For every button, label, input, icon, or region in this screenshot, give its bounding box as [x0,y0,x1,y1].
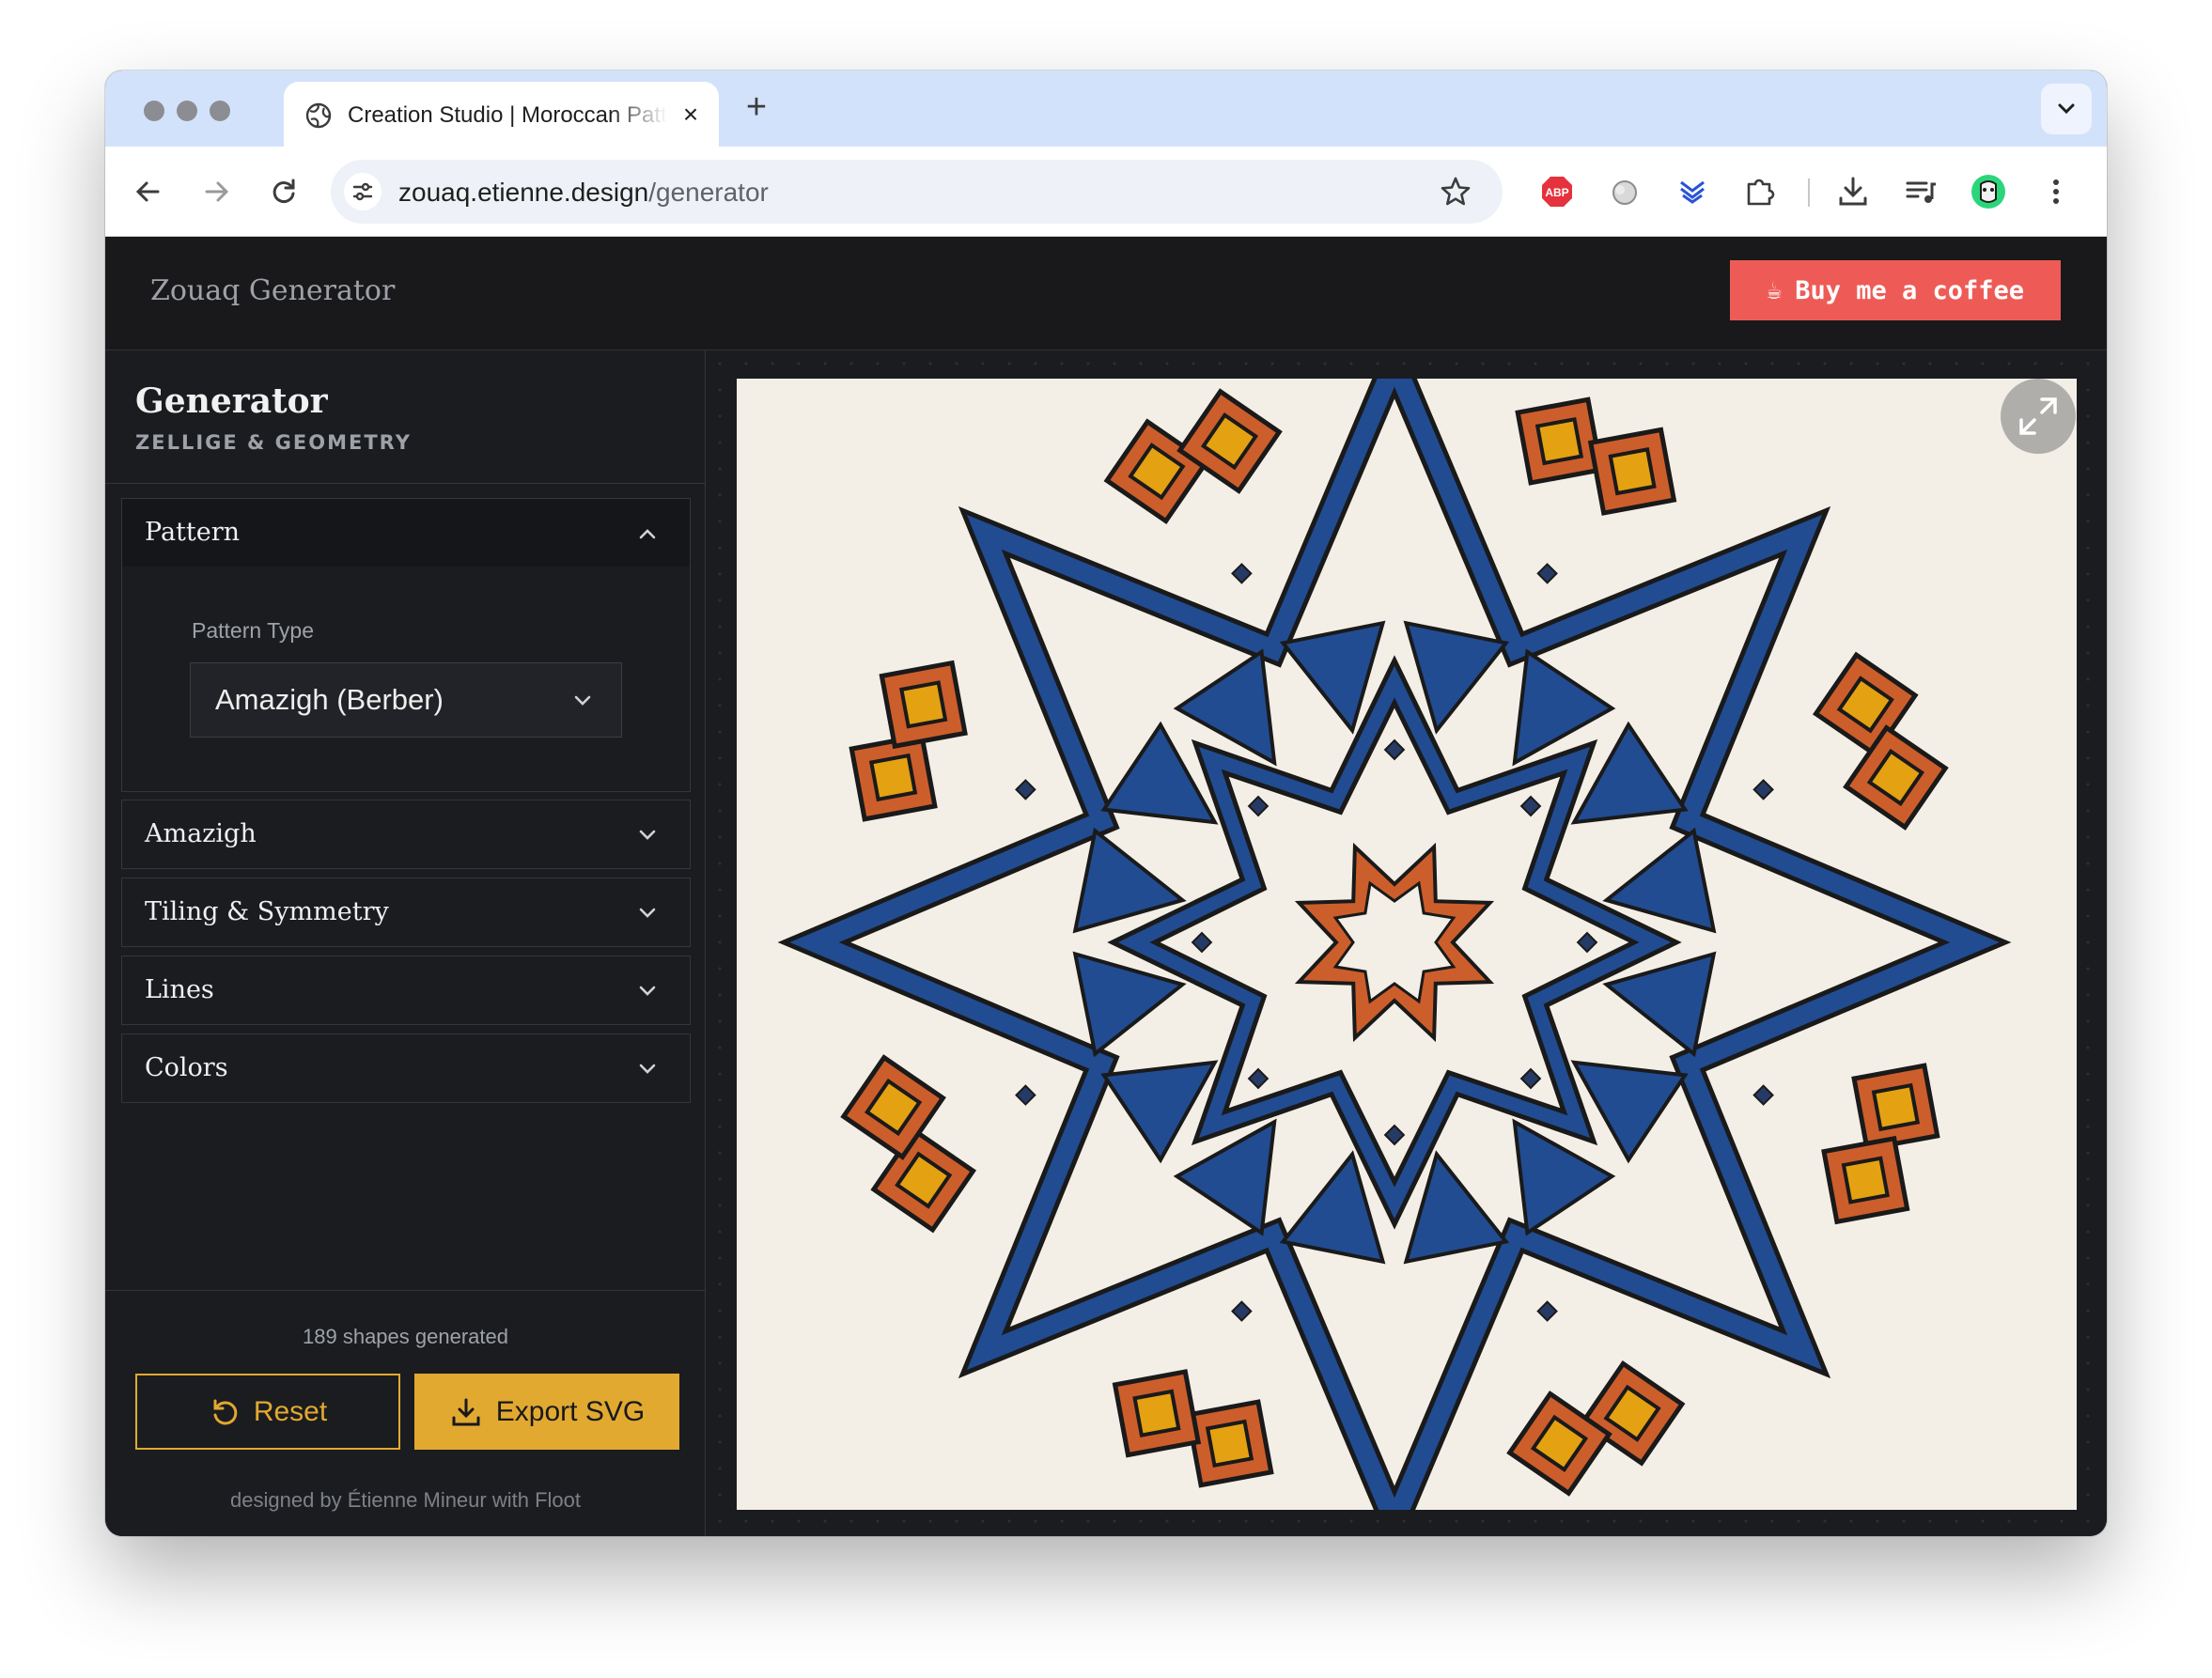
toolbar-divider [1808,179,1810,207]
chevron-down-icon [639,908,656,918]
accordion-label: Pattern [145,518,241,547]
accordion-label: Colors [145,1053,228,1082]
zoom-window-button[interactable] [210,101,230,121]
pattern-svg [777,379,2012,1510]
chevron-up-icon [639,529,656,539]
dark-square [1015,779,1036,800]
url-host: zouaq.etienne.design [398,178,649,207]
sidebar-subtitle: ZELLIGE & GEOMETRY [135,431,412,454]
address-bar[interactable]: zouaq.etienne.design/generator [331,160,1503,224]
gold-square [1841,1156,1890,1204]
reset-button[interactable]: Reset [135,1374,400,1450]
tune-icon [352,182,373,201]
tab-search-button[interactable] [2041,84,2092,134]
extension-chevrons-icon[interactable] [1674,173,1711,210]
pattern-artwork[interactable] [737,379,2077,1510]
dark-square [1015,1084,1036,1106]
extension-puzzle-icon[interactable] [1741,173,1779,210]
chevron-down-icon [639,986,656,996]
dark-square [1752,779,1774,800]
dark-square [1536,1300,1558,1322]
chevron-down-icon [574,695,591,706]
coffee-icon: ☕ [1766,275,1783,305]
close-window-button[interactable] [144,101,164,121]
browser-titlebar: Creation Studio | Moroccan Pattern Gener… [105,70,2107,147]
gold-square [899,680,948,729]
generator-sidebar: Generator ZELLIGE & GEOMETRY Pattern Pat… [105,350,706,1536]
tab-title: Creation Studio | Moroccan Pattern Gener… [348,102,667,128]
browser-tab[interactable]: Creation Studio | Moroccan Pattern Gener… [284,82,719,147]
browser-toolbar: zouaq.etienne.design/generator ABP [105,147,2107,237]
forward-icon[interactable] [197,173,235,210]
extension-cloud-icon[interactable] [1606,173,1643,210]
tab-close-icon[interactable]: × [677,101,705,129]
site-info-button[interactable] [344,173,382,210]
profile-avatar-icon[interactable] [1970,173,2007,210]
download-icon [452,1398,480,1425]
chevron-down-icon [639,1064,656,1074]
export-svg-button[interactable]: Export SVG [414,1374,679,1450]
coffee-label: Buy me a coffee [1795,275,2025,305]
more-menu-icon[interactable] [2037,173,2075,210]
accordion-lines[interactable]: Lines [121,956,691,1025]
media-controls-icon[interactable] [1902,173,1939,210]
accordion-amazigh[interactable]: Amazigh [121,800,691,869]
dark-square [1536,563,1558,584]
app-title: Zouaq Generator [150,274,396,307]
downloads-icon[interactable] [1834,173,1872,210]
gold-square [1871,1082,1921,1132]
reset-label: Reset [253,1395,328,1427]
accordion-label: Lines [145,975,214,1004]
url-text: zouaq.etienne.design/generator [398,178,769,208]
accordion-pattern-header[interactable]: Pattern [122,499,690,567]
gold-square [1534,416,1584,466]
globe-icon [305,102,332,129]
canvas-area [707,350,2107,1536]
reset-icon [213,1399,238,1424]
accordion-pattern: Pattern Pattern Type Amazigh (Berber) [121,498,691,792]
credit-text: designed by Étienne Mineur with Floot [230,1488,581,1512]
abp-text: ABP [1545,186,1568,199]
pattern-type-value: Amazigh (Berber) [215,683,444,716]
pattern-type-select[interactable]: Amazigh (Berber) [190,662,622,738]
minimize-window-button[interactable] [177,101,197,121]
url-path: /generator [648,178,769,207]
chevron-down-icon [639,830,656,840]
export-label: Export SVG [495,1395,646,1427]
back-icon[interactable] [130,173,167,210]
reload-icon[interactable] [265,173,303,210]
bookmark-star-icon[interactable] [1437,173,1474,210]
accordion-label: Amazigh [145,819,257,848]
shapes-count: 189 shapes generated [303,1325,508,1348]
accordion-colors[interactable]: Colors [121,1033,691,1103]
accordion-label: Tiling & Symmetry [145,897,389,926]
gold-square [1608,447,1657,496]
fullscreen-button[interactable] [2001,379,2076,454]
sidebar-footer: 189 shapes generated Reset Export SVG de… [105,1290,706,1536]
dark-square [1231,1300,1253,1322]
app-header: Zouaq Generator ☕ Buy me a coffee [105,237,2107,350]
browser-window: Creation Studio | Moroccan Pattern Gener… [105,70,2107,1536]
accordion-tiling-symmetry[interactable]: Tiling & Symmetry [121,878,691,947]
dark-square [1752,1084,1774,1106]
adblock-plus-icon[interactable]: ABP [1538,173,1576,210]
buy-me-a-coffee-button[interactable]: ☕ Buy me a coffee [1730,260,2061,320]
chevron-down-icon [2058,103,2075,115]
sidebar-title: Generator [135,381,328,421]
dark-square [1231,563,1253,584]
new-tab-button[interactable]: + [740,89,773,125]
expand-icon [2019,397,2057,435]
pattern-type-label: Pattern Type [192,618,314,643]
gold-square [1132,1389,1181,1437]
sidebar-header: Generator ZELLIGE & GEOMETRY [105,350,706,484]
gold-square [1205,1419,1254,1468]
gold-square [868,753,918,802]
